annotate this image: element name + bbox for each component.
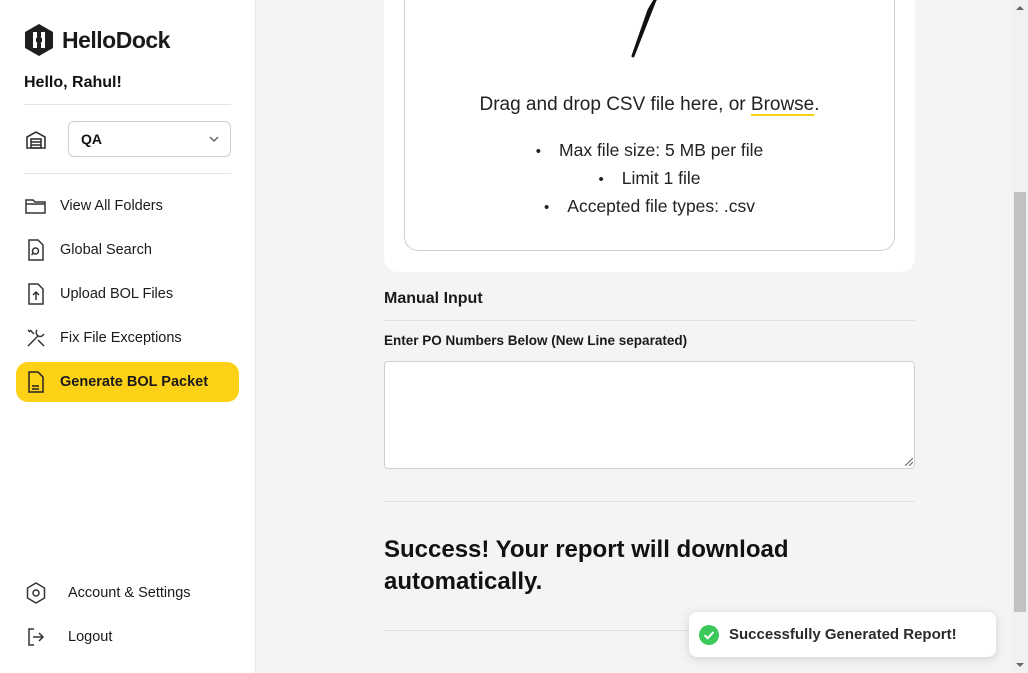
nav-item-view-all-folders[interactable]: View All Folders <box>16 186 239 226</box>
nav-item-label: Generate BOL Packet <box>60 374 209 390</box>
browse-link[interactable]: Browse <box>751 94 814 115</box>
divider <box>24 104 231 105</box>
upload-file-icon <box>28 283 44 305</box>
upload-rule: Max file size: 5 MB per file <box>405 136 894 164</box>
scroll-thumb[interactable] <box>1014 192 1026 612</box>
nav-item-global-search[interactable]: Global Search <box>16 230 239 270</box>
po-numbers-textarea[interactable] <box>384 361 915 469</box>
greeting: Hello, Rahul! <box>24 74 122 91</box>
nav-item-label: Fix File Exceptions <box>60 330 182 346</box>
scrollbar[interactable] <box>1012 0 1028 673</box>
dropzone-text: Drag and drop CSV file here, or Browse. <box>405 94 894 116</box>
upload-card: Drag and drop CSV file here, or Browse. … <box>384 0 915 272</box>
warehouse-select[interactable]: QA <box>68 121 231 157</box>
upload-rule: Limit 1 file <box>405 164 894 192</box>
main-content: Drag and drop CSV file here, or Browse. … <box>257 0 1012 673</box>
warehouse-icon <box>26 131 46 149</box>
settings-icon <box>26 582 46 604</box>
po-numbers-label: Enter PO Numbers Below (New Line separat… <box>384 333 688 348</box>
manual-input-title: Manual Input <box>384 290 483 307</box>
upload-illustration-icon <box>631 0 658 58</box>
divider <box>24 173 231 174</box>
nav-item-label: Global Search <box>60 242 152 258</box>
nav-item-label: View All Folders <box>60 198 163 214</box>
folder-icon <box>25 199 46 214</box>
hellodock-logo-icon <box>25 24 53 56</box>
toast-message: Successfully Generated Report! <box>729 626 957 643</box>
upload-rule: Accepted file types: .csv <box>405 192 894 220</box>
tools-icon <box>27 329 45 347</box>
divider <box>384 501 915 502</box>
resize-handle-icon[interactable] <box>905 458 913 466</box>
logout-link[interactable]: Logout <box>24 623 112 651</box>
scroll-up-icon[interactable] <box>1016 4 1024 12</box>
success-toast: Successfully Generated Report! <box>689 612 996 657</box>
scroll-down-icon[interactable] <box>1016 661 1024 669</box>
search-file-icon <box>28 239 44 261</box>
divider <box>384 320 915 321</box>
success-message: Success! Your report will download autom… <box>384 536 789 595</box>
document-icon <box>28 371 44 393</box>
upload-rules: Max file size: 5 MB per file Limit 1 fil… <box>405 136 894 220</box>
logo-text: HelloDock <box>62 26 170 53</box>
nav-item-label: Upload BOL Files <box>60 286 174 302</box>
account-settings-link[interactable]: Account & Settings <box>24 579 191 607</box>
nav-item-upload-bol-files[interactable]: Upload BOL Files <box>16 274 239 314</box>
logout-icon <box>28 628 45 646</box>
logout-label: Logout <box>68 629 113 645</box>
check-circle-icon <box>699 624 719 645</box>
csv-dropzone[interactable]: Drag and drop CSV file here, or Browse. … <box>404 0 895 251</box>
nav-item-generate-bol-packet[interactable]: Generate BOL Packet <box>16 362 239 402</box>
nav-item-fix-file-exceptions[interactable]: Fix File Exceptions <box>16 318 239 358</box>
dropzone-suffix: . <box>814 94 820 115</box>
logo[interactable]: HelloDock <box>24 24 170 56</box>
sidebar: HelloDock Hello, Rahul! QA View All Fold… <box>0 0 256 673</box>
account-settings-label: Account & Settings <box>68 585 191 601</box>
warehouse-select-value: QA <box>81 131 102 147</box>
chevron-down-icon <box>209 136 219 143</box>
dropzone-instruction: Drag and drop CSV file here, or <box>479 94 751 115</box>
